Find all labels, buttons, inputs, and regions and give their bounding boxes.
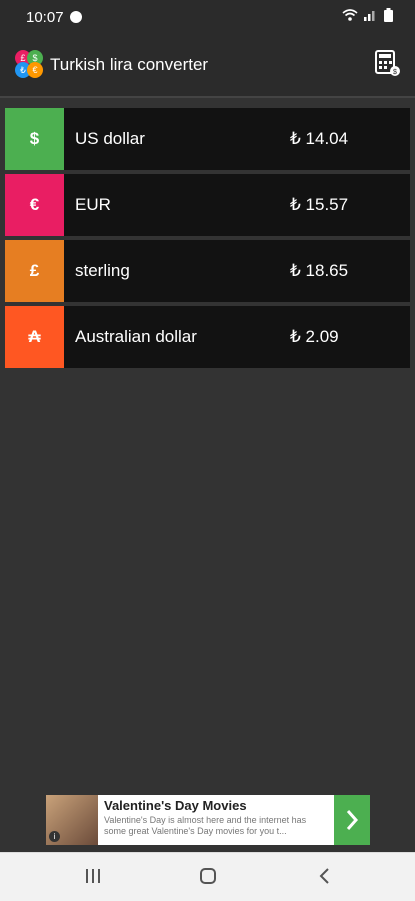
currency-name: EUR: [75, 195, 111, 214]
currency-symbol: $: [5, 108, 64, 170]
app-title: Turkish lira converter: [50, 55, 209, 74]
currency-row-usd[interactable]: $ US dollar ₺ 14.04: [5, 108, 410, 170]
currency-row-gbp[interactable]: £ sterling ₺ 18.65: [5, 240, 410, 302]
currency-value: ₺ 2.09: [290, 327, 339, 346]
svg-text:£: £: [20, 53, 25, 63]
ad-banner[interactable]: i Valentine's Day Movies Valentine's Day…: [46, 795, 370, 845]
home-icon[interactable]: [199, 867, 217, 885]
currency-list: $ US dollar ₺ 14.04 € EUR ₺ 15.57 £ ster…: [5, 108, 410, 372]
app-bar: £ $ ₺ € Turkish lira converter $: [0, 34, 415, 98]
ad-title: Valentine's Day Movies: [104, 798, 247, 813]
wifi-icon: [342, 9, 358, 21]
ad-open-button[interactable]: [334, 795, 370, 845]
currency-name: US dollar: [75, 129, 145, 148]
currency-value: ₺ 15.57: [290, 195, 349, 214]
chevron-right-icon: [346, 810, 359, 830]
currency-name: sterling: [75, 261, 130, 280]
currency-value: ₺ 18.65: [290, 261, 349, 280]
system-nav-bar: [0, 852, 415, 901]
svg-text:€: €: [32, 65, 37, 75]
currency-symbol: €: [5, 174, 64, 236]
svg-text:$: $: [32, 53, 37, 63]
app-logo-icon: £ $ ₺ €: [15, 50, 43, 78]
status-time: 10:07: [26, 9, 64, 26]
currency-row-eur[interactable]: € EUR ₺ 15.57: [5, 174, 410, 236]
back-icon[interactable]: [316, 867, 334, 885]
ad-info-icon[interactable]: i: [49, 831, 60, 842]
battery-icon: [384, 8, 393, 22]
ad-body: Valentine's Day is almost here and the i…: [104, 815, 307, 836]
currency-symbol: ₳: [5, 306, 64, 368]
recent-apps-icon[interactable]: [84, 867, 102, 885]
svg-text:₺: ₺: [20, 65, 26, 75]
currency-symbol: £: [5, 240, 64, 302]
calculator-icon[interactable]: $: [375, 50, 401, 78]
currency-row-aud[interactable]: ₳ Australian dollar ₺ 2.09: [5, 306, 410, 368]
signal-icon: [364, 11, 375, 21]
currency-value: ₺ 14.04: [290, 129, 349, 148]
notification-icon: [70, 11, 82, 23]
svg-text:$: $: [393, 69, 397, 76]
status-icons: [342, 8, 393, 22]
status-bar: 10:07: [0, 0, 415, 34]
currency-name: Australian dollar: [75, 327, 197, 346]
